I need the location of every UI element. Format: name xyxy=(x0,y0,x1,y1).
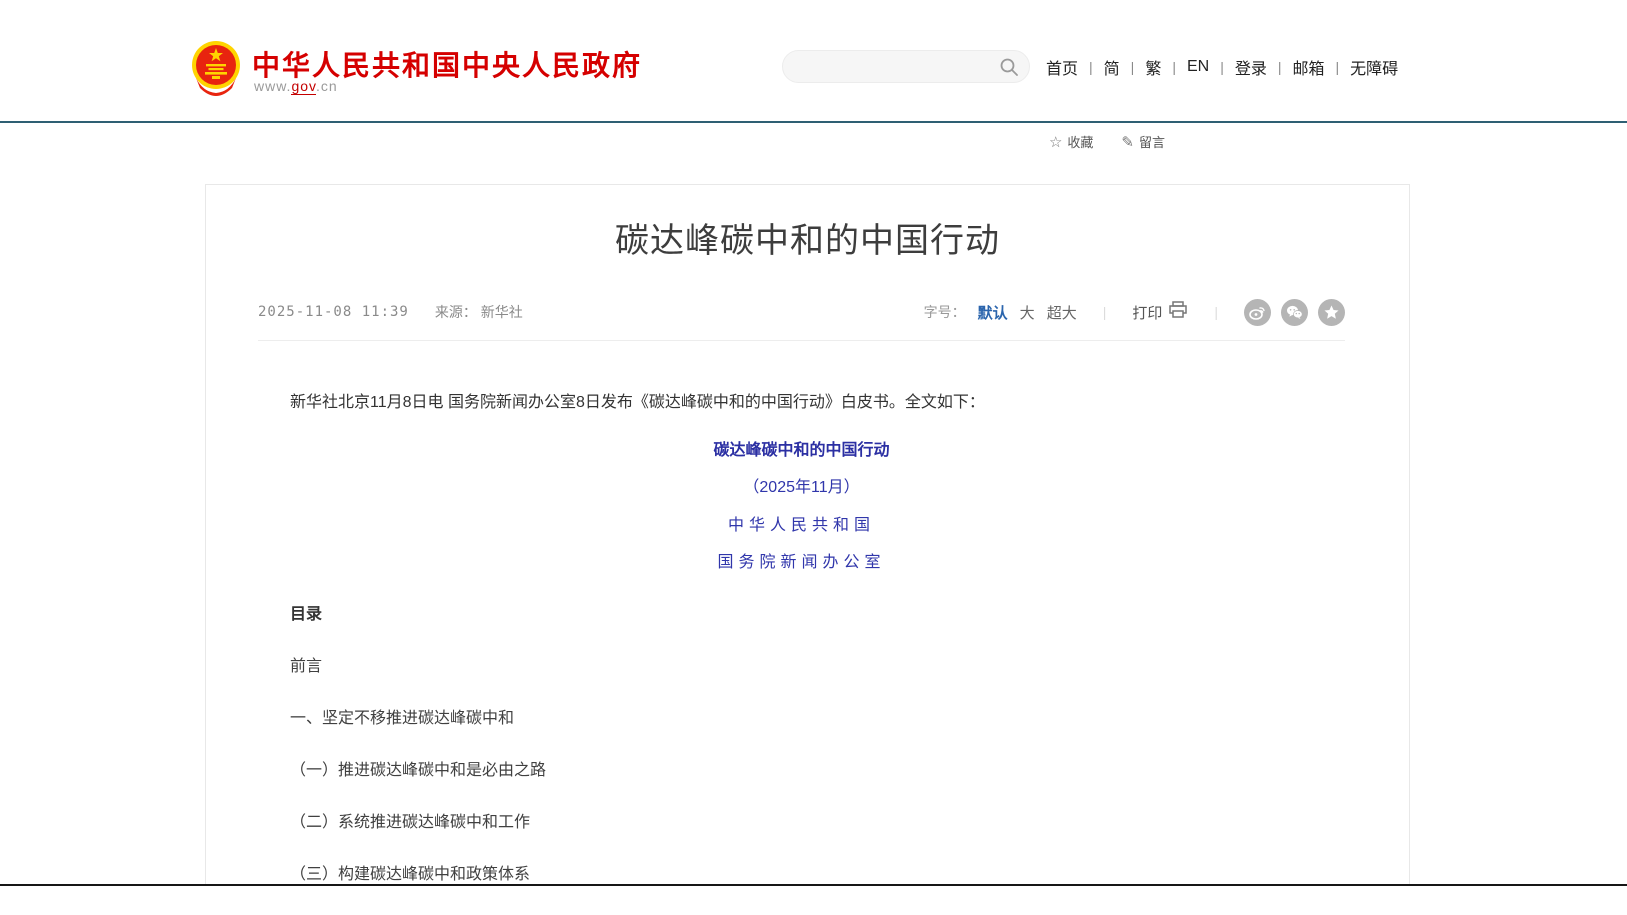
source-label: 来源： xyxy=(435,304,477,320)
favorite-button[interactable]: ☆ 收藏 xyxy=(1049,132,1093,151)
toc-heading: 目录 xyxy=(258,603,1345,627)
nav-home[interactable]: 首页 xyxy=(1046,55,1078,79)
source: 来源： 新华社 xyxy=(435,302,523,322)
pencil-icon: ✎ xyxy=(1121,133,1134,151)
document-heading: 碳达峰碳中和的中国行动 xyxy=(258,439,1345,463)
site-url[interactable]: www.gov.cn xyxy=(254,78,338,94)
url-prefix: www. xyxy=(254,78,291,94)
top-nav: 首页 | 简 | 繁 | EN | 登录 | 邮箱 | 无障碍 xyxy=(1046,55,1398,79)
font-size-default[interactable]: 默认 xyxy=(978,302,1008,323)
source-value[interactable]: 新华社 xyxy=(481,304,523,320)
search-icon[interactable] xyxy=(999,57,1019,77)
weibo-icon[interactable] xyxy=(1244,299,1271,326)
article-body: 新华社北京11月8日电 国务院新闻办公室8日发布《碳达峰碳中和的中国行动》白皮书… xyxy=(206,391,1409,915)
document-org-line1: 中华人民共和国 xyxy=(258,513,1345,537)
comment-button[interactable]: ✎ 留言 xyxy=(1121,132,1165,151)
meta-divider: | xyxy=(1214,304,1218,320)
publish-date: 2025-11-08 11:39 xyxy=(258,304,409,320)
font-size-xlarge[interactable]: 超大 xyxy=(1047,302,1077,323)
national-emblem-logo xyxy=(191,40,241,96)
printer-icon xyxy=(1168,301,1188,323)
star-icon[interactable] xyxy=(1318,299,1345,326)
star-outline-icon: ☆ xyxy=(1049,133,1062,151)
article-card: 碳达峰碳中和的中国行动 2025-11-08 11:39 来源： 新华社 字号：… xyxy=(205,184,1410,885)
document-org-line2: 国务院新闻办公室 xyxy=(258,550,1345,574)
meta-separator xyxy=(258,340,1345,341)
page: 中华人民共和国中央人民政府 www.gov.cn 首页|简|繁|EN|登录|邮箱… xyxy=(0,0,1627,915)
document-date: （2025年11月） xyxy=(258,476,1345,500)
nav-separator: | xyxy=(1172,59,1176,75)
toc-item-section1-2: （二）系统推进碳达峰碳中和工作 xyxy=(258,811,1345,835)
bottom-divider xyxy=(0,884,1627,886)
comment-label: 留言 xyxy=(1139,132,1165,151)
favorite-label: 收藏 xyxy=(1067,132,1093,151)
toc-item-preface: 前言 xyxy=(258,655,1345,679)
print-label: 打印 xyxy=(1132,302,1162,323)
nav-separator: | xyxy=(1131,59,1135,75)
action-strip: ☆ 收藏 ✎ 留言 xyxy=(0,132,1627,160)
url-suffix: .cn xyxy=(316,78,338,94)
nav-mail[interactable]: 邮箱 xyxy=(1293,55,1325,79)
nav-separator: | xyxy=(1089,59,1093,75)
share-icons xyxy=(1244,299,1345,326)
print-button[interactable]: 打印 xyxy=(1132,301,1188,323)
nav-accessibility[interactable]: 无障碍 xyxy=(1350,55,1398,79)
nav-traditional[interactable]: 繁 xyxy=(1145,55,1161,79)
nav-separator: | xyxy=(1220,59,1224,75)
article-meta-row: 2025-11-08 11:39 来源： 新华社 字号： 默认 大 超大 | 打… xyxy=(258,296,1345,328)
wechat-icon[interactable] xyxy=(1281,299,1308,326)
nav-english[interactable]: EN xyxy=(1187,58,1209,76)
nav-login[interactable]: 登录 xyxy=(1235,55,1267,79)
search-input[interactable] xyxy=(799,51,989,82)
search-box xyxy=(782,50,1030,83)
site-header: 中华人民共和国中央人民政府 www.gov.cn 首页|简|繁|EN|登录|邮箱… xyxy=(0,0,1627,123)
intro-paragraph: 新华社北京11月8日电 国务院新闻办公室8日发布《碳达峰碳中和的中国行动》白皮书… xyxy=(258,391,1345,415)
nav-separator: | xyxy=(1278,59,1282,75)
meta-divider: | xyxy=(1103,304,1107,320)
toc-item-section1-1: （一）推进碳达峰碳中和是必由之路 xyxy=(258,759,1345,783)
nav-separator: | xyxy=(1336,59,1340,75)
article-title: 碳达峰碳中和的中国行动 xyxy=(206,213,1409,262)
font-size-label: 字号： xyxy=(924,302,966,322)
url-domain: gov xyxy=(291,78,316,95)
nav-simplified[interactable]: 简 xyxy=(1104,55,1120,79)
toc-item-section1: 一、坚定不移推进碳达峰碳中和 xyxy=(258,707,1345,731)
font-size-large[interactable]: 大 xyxy=(1020,302,1035,323)
